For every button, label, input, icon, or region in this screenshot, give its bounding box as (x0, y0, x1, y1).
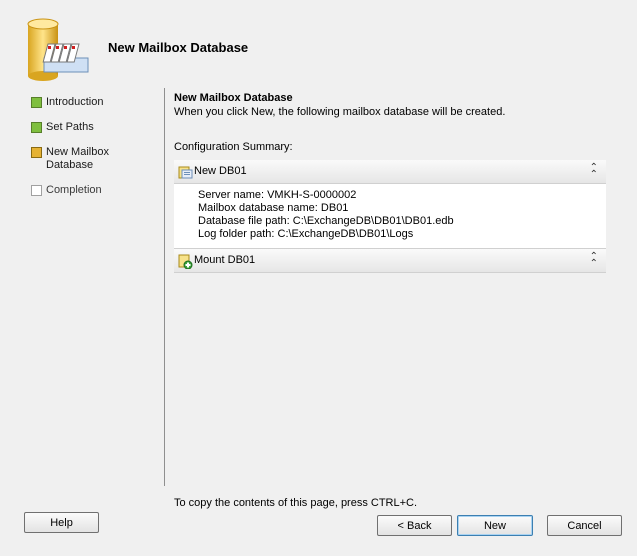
copy-hint: To copy the contents of this page, press… (174, 497, 418, 509)
collapse-chevron-icon[interactable]: ⌃ ⌃ (590, 252, 598, 269)
step-status-current-icon (31, 147, 42, 158)
step-label: Completion (46, 184, 102, 196)
page-description: When you click New, the following mailbo… (174, 106, 506, 118)
config-summary-label: Configuration Summary: (174, 141, 293, 153)
back-button[interactable]: < Back (377, 515, 452, 536)
exchange-wizard-logo-icon (27, 18, 89, 81)
mount-database-icon (178, 254, 193, 269)
summary-line: Server name: VMKH-S-0000002 (198, 189, 357, 201)
page-title: New Mailbox Database (174, 92, 293, 104)
step-new-mailbox-database: New Mailbox Database (31, 146, 151, 184)
step-introduction: Introduction (31, 96, 151, 121)
step-set-paths: Set Paths (31, 121, 151, 146)
divider (164, 88, 165, 486)
wizard-title: New Mailbox Database (108, 40, 249, 55)
wizard-steps: Introduction Set Paths New Mailbox Datab… (31, 96, 151, 209)
summary-line: Log folder path: C:\ExchangeDB\DB01\Logs (198, 228, 414, 240)
new-button[interactable]: New (457, 515, 533, 536)
step-status-done-icon (31, 97, 42, 108)
section-header-new-db[interactable]: New DB01 ⌃ ⌃ (174, 160, 606, 184)
summary-line: Mailbox database name: DB01 (198, 202, 349, 214)
step-status-pending-icon (31, 185, 42, 196)
collapse-chevron-icon[interactable]: ⌃ ⌃ (590, 163, 598, 180)
step-status-done-icon (31, 122, 42, 133)
summary-line: Database file path: C:\ExchangeDB\DB01\D… (198, 215, 454, 227)
section-body-new-db: Server name: VMKH-S-0000002 Mailbox data… (174, 184, 606, 249)
help-button[interactable]: Help (24, 512, 99, 533)
step-completion: Completion (31, 184, 151, 209)
database-icon (178, 166, 193, 179)
step-label: New Mailbox Database (46, 146, 109, 171)
section-title: New DB01 (194, 165, 247, 177)
section-title: Mount DB01 (194, 254, 256, 266)
cancel-button[interactable]: Cancel (547, 515, 622, 536)
main-panel: New Mailbox Database When you click New,… (174, 92, 606, 273)
step-label: Set Paths (46, 121, 94, 133)
section-header-mount-db[interactable]: Mount DB01 ⌃ ⌃ (174, 249, 606, 273)
step-label: Introduction (46, 96, 104, 108)
